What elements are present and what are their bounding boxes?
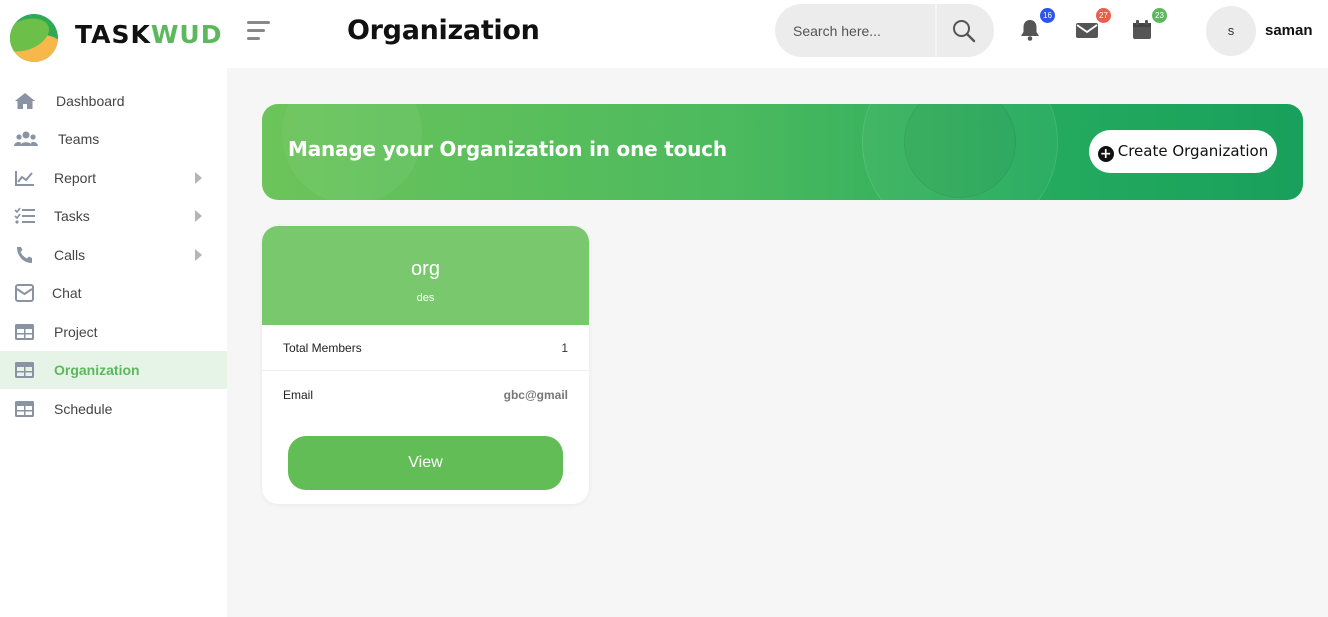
sidebar-item-teams[interactable]: Teams [0, 120, 227, 158]
chart-line-icon [14, 168, 36, 188]
banner-heading: Manage your Organization in one touch [288, 137, 727, 161]
card-header: org des [262, 226, 589, 325]
sidebar-item-calls[interactable]: Calls [0, 236, 227, 274]
home-icon [14, 91, 36, 111]
envelope-icon [14, 283, 36, 303]
table-icon [14, 322, 36, 342]
calendar-icon[interactable]: 23 [1131, 8, 1167, 42]
search-input[interactable] [793, 19, 933, 43]
main-content: Manage your Organization in one touch + C… [227, 68, 1328, 617]
organization-description: des [416, 292, 435, 304]
organization-name: org [411, 258, 440, 280]
sidebar: Dashboard Teams Report Tasks Calls Chat … [0, 68, 227, 617]
sidebar-item-tasks[interactable]: Tasks [0, 197, 227, 235]
sidebar-item-chat[interactable]: Chat [0, 274, 227, 312]
total-members-row: Total Members 1 [262, 325, 589, 371]
sidebar-item-report[interactable]: Report [0, 159, 227, 197]
sidebar-item-dashboard[interactable]: Dashboard [0, 82, 227, 120]
create-organization-button[interactable]: + Create Organization [1089, 130, 1277, 173]
table-icon [14, 360, 36, 380]
avatar[interactable]: s [1206, 6, 1256, 56]
sidebar-item-project[interactable]: Project [0, 313, 227, 351]
phone-icon [14, 245, 36, 265]
plus-circle-icon: + [1097, 145, 1114, 162]
email-row: Email gbc@gmail [262, 372, 589, 418]
organization-banner: Manage your Organization in one touch + C… [262, 104, 1303, 200]
taskwud-logo-icon[interactable] [10, 14, 58, 62]
notification-count-badge: 16 [1040, 8, 1055, 23]
email-value: gbc@gmail [503, 388, 568, 402]
search-icon[interactable] [951, 18, 977, 44]
calendar-count-badge: 23 [1152, 8, 1167, 23]
table-icon [14, 399, 36, 419]
brand-name: TASKWUD [75, 20, 223, 49]
total-members-value: 1 [561, 341, 568, 355]
chevron-right-icon [195, 249, 202, 261]
page-title: Organization [347, 15, 540, 46]
users-icon [14, 129, 38, 149]
sidebar-item-organization[interactable]: Organization [0, 351, 227, 389]
total-members-label: Total Members [283, 341, 362, 355]
checklist-icon [14, 206, 36, 226]
sidebar-item-schedule[interactable]: Schedule [0, 390, 227, 428]
chevron-right-icon [195, 172, 202, 184]
notification-bell-icon[interactable]: 16 [1019, 8, 1055, 42]
organization-card: org des Total Members 1 Email gbc@gmail … [262, 226, 589, 504]
menu-toggle-icon[interactable] [247, 21, 271, 41]
top-header: TASKWUD Organization 16 27 [0, 0, 1328, 68]
username[interactable]: saman [1265, 22, 1313, 39]
chevron-right-icon [195, 210, 202, 222]
search-box [775, 4, 994, 57]
email-label: Email [283, 388, 314, 402]
view-button[interactable]: View [288, 436, 563, 490]
message-count-badge: 27 [1096, 8, 1111, 23]
mail-icon[interactable]: 27 [1075, 8, 1111, 42]
